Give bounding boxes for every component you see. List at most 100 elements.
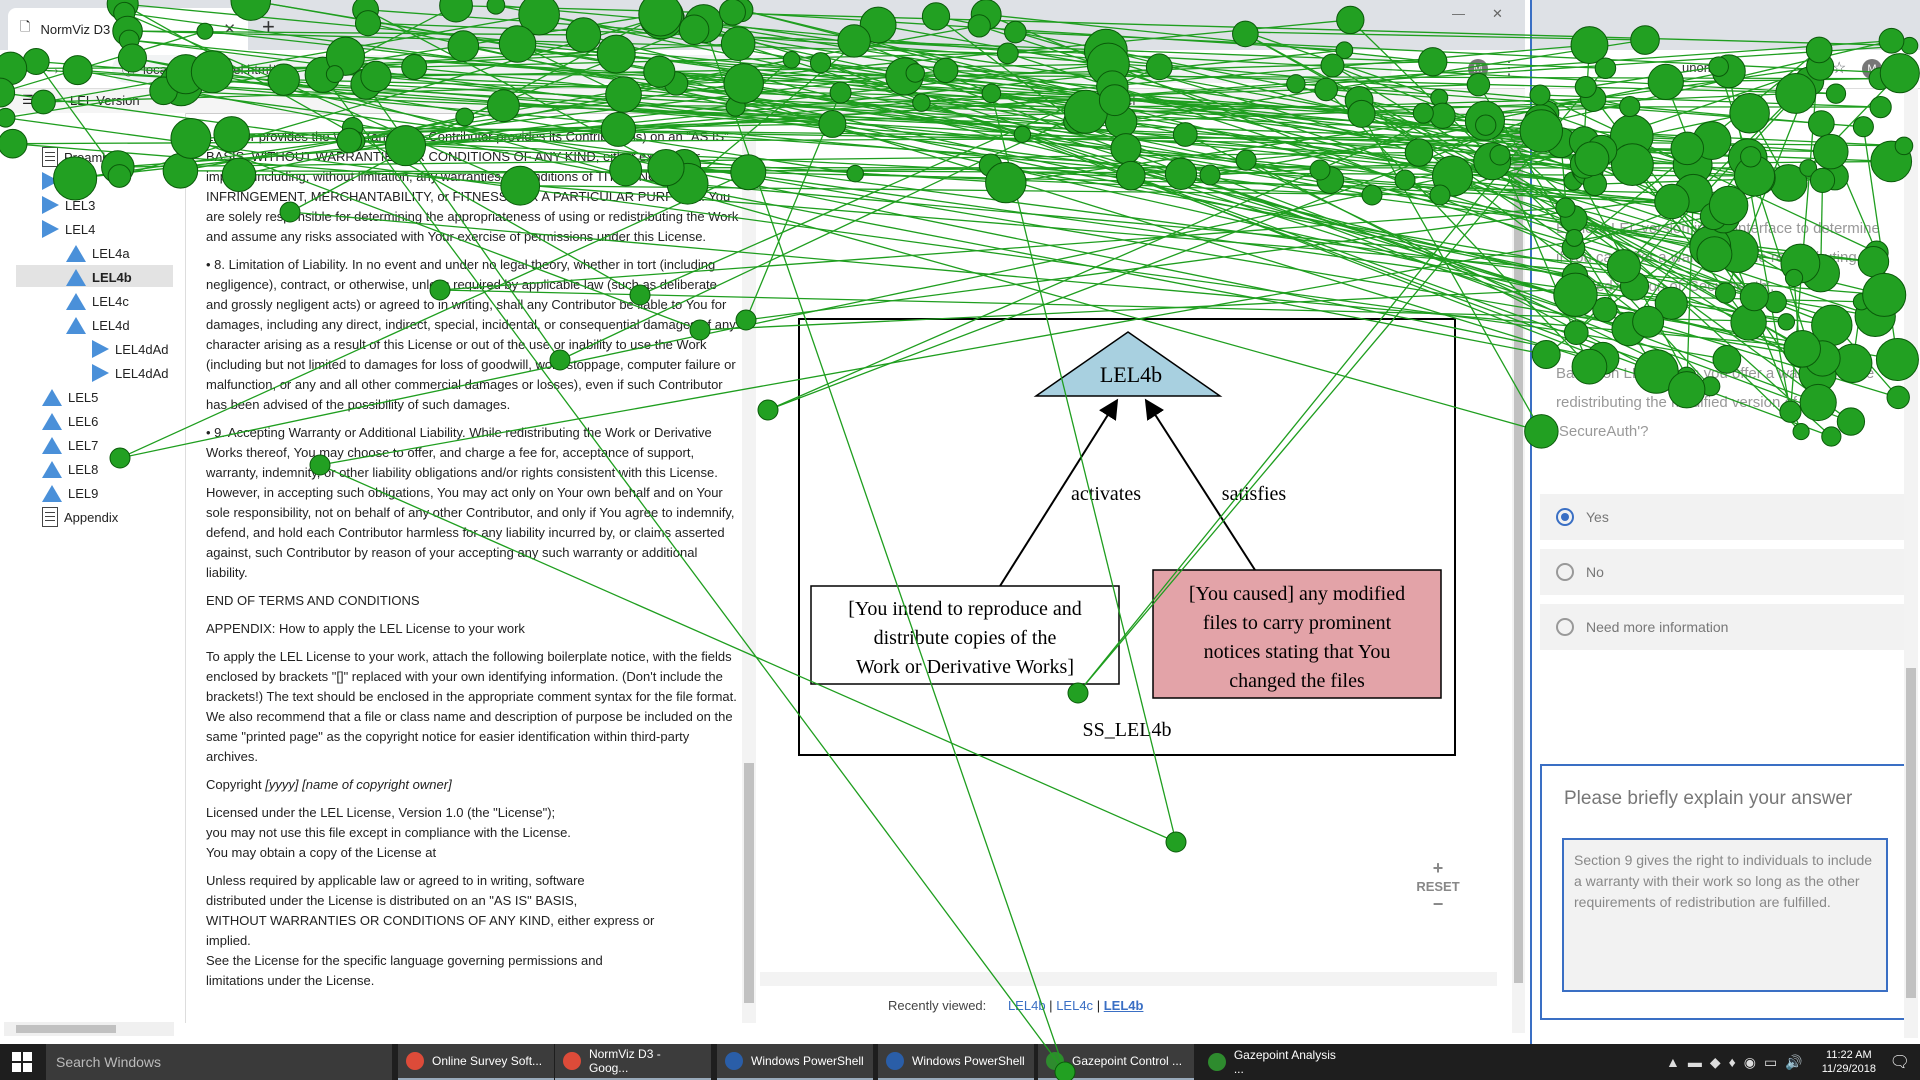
tree-item-lel4[interactable]: LEL4	[42, 218, 95, 240]
reset-button[interactable]: RESET	[1410, 879, 1466, 894]
tree-item-lel4c[interactable]: LEL4c	[66, 290, 129, 312]
notifications-icon[interactable]: 🗨	[1890, 1052, 1910, 1072]
cluster-label: SS_LEL4b	[1083, 719, 1172, 741]
triangle-right-icon	[42, 172, 59, 190]
survey-url[interactable]: unomah...	[1682, 60, 1740, 75]
model-vertical-scrollbar[interactable]	[1512, 113, 1525, 1033]
bookmark-icon[interactable]: ☆	[1832, 58, 1846, 78]
node-label-line: Work or Derivative Works]	[856, 656, 1074, 678]
triangle-up-icon	[42, 412, 62, 430]
node-label-line: notices stating that You	[1204, 641, 1391, 663]
option-need-more-info-label: Need more information	[1586, 619, 1729, 635]
condition-node-left-label: [You intend to reproduce and distribute c…	[848, 598, 1081, 678]
option-no[interactable]: No	[1540, 549, 1910, 595]
model-panel-title: Model	[1100, 93, 1136, 108]
tree-horizontal-scrollbar[interactable]	[4, 1022, 174, 1036]
system-tray-icons[interactable]: ▲▬◆♦◉▭🔊	[1666, 1054, 1811, 1071]
chrome-icon	[406, 1052, 424, 1070]
tree-item-lel3[interactable]: LEL3	[42, 194, 95, 216]
recent-link-current[interactable]: LEL4b	[1104, 998, 1144, 1013]
tree-item-lel6[interactable]: LEL6	[42, 410, 98, 432]
triangle-right-icon	[42, 196, 59, 214]
model-horizontal-scrollbar[interactable]	[760, 972, 1497, 986]
taskbar-item[interactable]: Online Survey Soft...	[398, 1044, 554, 1080]
address-bar[interactable]: ⓘ localhost:3000/lel.html#	[112, 55, 1392, 83]
tree-item-label: LEL4d	[92, 317, 130, 333]
tree-item-lel7[interactable]: LEL7	[42, 434, 98, 456]
end-of-terms: END OF TERMS AND CONDITIONS	[206, 593, 420, 608]
info-icon: ⓘ	[122, 62, 136, 78]
lel4b-node-label: LEL4b	[1100, 362, 1162, 387]
survey-tab-strip	[1532, 0, 1920, 50]
radio-no[interactable]	[1556, 563, 1574, 581]
tree-item-lel5[interactable]: LEL5	[42, 386, 98, 408]
license-paragraph-9: • 9. Accepting Warranty or Additional Li…	[206, 425, 735, 580]
survey-vertical-scrollbar[interactable]	[1904, 88, 1918, 1038]
option-yes[interactable]: Yes	[1540, 494, 1910, 540]
tree-item-lel4dad[interactable]: LEL4dAd	[92, 362, 169, 384]
reload-icon[interactable]: ↻	[76, 58, 91, 79]
norm-graph: LEL4b activates satisfies [You intend to…	[810, 331, 1442, 741]
hamburger-icon[interactable]: ☰	[22, 92, 34, 108]
explain-textarea[interactable]: Section 9 gives the right to individuals…	[1562, 838, 1888, 992]
triangle-up-icon	[66, 268, 86, 286]
question-1-text: Explore LEL version in the interface to …	[1556, 220, 1882, 295]
zoom-out-icon[interactable]: −	[1410, 894, 1466, 915]
option-yes-label: Yes	[1586, 509, 1609, 525]
tab-strip: 🗋 NormViz D3 ✕ + — ✕	[0, 0, 1525, 50]
profile-avatar[interactable]: M	[1468, 59, 1488, 79]
zoom-controls: + RESET −	[1410, 858, 1466, 915]
recent-link[interactable]: LEL4b	[1008, 998, 1046, 1013]
minimize-icon[interactable]: —	[1452, 6, 1465, 21]
recently-viewed-label: Recently viewed:	[888, 998, 987, 1013]
triangle-up-icon	[42, 484, 62, 502]
browser-tab[interactable]: 🗋 NormViz D3 ✕	[8, 8, 248, 50]
tree-item-lel4d[interactable]: LEL4d	[66, 314, 130, 336]
taskbar-clock[interactable]: 11:22 AM 11/29/2018	[1822, 1048, 1876, 1076]
gazepoint-icon	[1208, 1053, 1226, 1071]
windows-start-icon[interactable]	[12, 1052, 32, 1072]
tree-item-lel4dad[interactable]: LEL4dAd	[92, 338, 169, 360]
license-vertical-scrollbar[interactable]	[742, 113, 756, 1023]
close-window-icon[interactable]: ✕	[1492, 6, 1503, 22]
recent-link[interactable]: LEL4c	[1056, 998, 1093, 1013]
activates-label: activates	[1071, 483, 1141, 505]
tree-item-label: LEL4dAd	[115, 341, 169, 357]
taskbar-item[interactable]: Windows PowerShell	[717, 1044, 873, 1080]
clock-date: 11/29/2018	[1821, 1063, 1876, 1075]
forward-icon[interactable]: →	[44, 58, 62, 79]
back-icon[interactable]: ←	[14, 58, 32, 79]
taskbar-item[interactable]: NormViz D3 - Goog...	[555, 1044, 711, 1080]
tree-item-label: LEL8	[68, 461, 99, 477]
tab-title: NormViz D3	[40, 21, 111, 37]
taskbar-item[interactable]: Gazepoint Analysis ...	[1200, 1044, 1356, 1080]
taskbar-item[interactable]: Gazepoint Control ...	[1038, 1044, 1194, 1080]
tree-item-label: LEL9	[68, 485, 99, 501]
tree-item-lel2[interactable]: LEL2	[42, 170, 95, 192]
new-tab-icon[interactable]: +	[262, 14, 275, 40]
license-paragraph-7: Licensor provides the Work (and each Con…	[206, 129, 739, 244]
tree-item-lel4a[interactable]: LEL4a	[66, 242, 130, 264]
powershell-icon	[725, 1052, 743, 1070]
triangle-up-icon	[66, 292, 86, 310]
windows-taskbar: Search Windows Online Survey Soft... Norm…	[0, 1044, 1920, 1080]
app-title: LEL Version	[70, 93, 140, 108]
tree-item-preamble[interactable]: Preamble	[42, 146, 120, 168]
radio-need-more-info[interactable]	[1556, 618, 1574, 636]
tree-item-lel9[interactable]: LEL9	[42, 482, 98, 504]
tree-item-lel4b[interactable]: LEL4b	[66, 266, 132, 288]
tree-item-appendix[interactable]: Appendix	[42, 506, 118, 528]
triangle-up-icon	[66, 316, 86, 334]
taskbar-item[interactable]: Windows PowerShell	[878, 1044, 1034, 1080]
zoom-in-icon[interactable]: +	[1410, 858, 1466, 879]
powershell-icon	[886, 1052, 904, 1070]
tree-item-lel8[interactable]: LEL8	[42, 458, 98, 480]
radio-yes[interactable]	[1556, 508, 1574, 526]
survey-profile-avatar[interactable]: M	[1862, 59, 1882, 79]
taskbar-search[interactable]: Search Windows	[46, 1044, 392, 1080]
close-tab-icon[interactable]: ✕	[223, 20, 236, 38]
menu-icon[interactable]: ⋮	[1500, 58, 1518, 79]
survey-browser-window: unomah... ☆ M Explore LEL version in the…	[1530, 0, 1920, 1044]
node-label-line: [You caused] any modified	[1189, 583, 1405, 605]
option-need-more-info[interactable]: Need more information	[1540, 604, 1910, 650]
